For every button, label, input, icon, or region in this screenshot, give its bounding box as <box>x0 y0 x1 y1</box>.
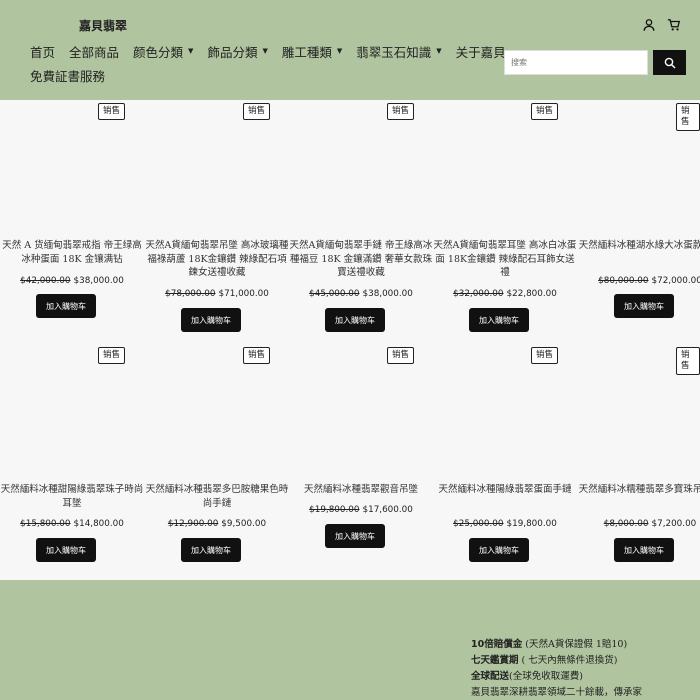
original-price: $32,000.00 <box>453 289 504 299</box>
sale-price: $14,800.00 <box>73 519 124 529</box>
product-title[interactable]: 天然緬料冰種湖水綠大冰蛋款吊墜 <box>578 239 700 253</box>
footer-line-shipping: 全球配送(全球免收取運費) <box>471 671 583 682</box>
add-to-cart-button[interactable]: 加入購物车 <box>614 294 674 318</box>
sale-badge: 销售 <box>243 103 271 120</box>
original-price: $8,000.00 <box>603 519 649 529</box>
add-to-cart-button[interactable]: 加入購物车 <box>469 308 529 332</box>
user-icon[interactable] <box>642 17 658 33</box>
caret-down-icon: ▼ <box>336 47 343 55</box>
product-title[interactable]: 天然 A 货缅甸翡翠戒指 帝王绿高冰种蛋面 18K 金镶满钻 <box>0 239 144 266</box>
product-title[interactable]: 天然緬料冰糯種翡翠多寶珠吊項鏈 <box>578 483 700 497</box>
original-price: $78,000.00 <box>165 289 216 299</box>
original-price: $25,000.00 <box>453 519 504 529</box>
add-to-cart-button[interactable]: 加入購物车 <box>36 294 96 318</box>
product-title[interactable]: 天然緬料冰種陽綠翡翠蛋面手鏈 <box>433 483 577 497</box>
product-card[interactable]: 销售 天然緬料冰種翡翠多巴胺糖果色時尚手鏈 $12,900.00 $9,500.0… <box>145 344 289 580</box>
add-to-cart-button[interactable]: 加入購物车 <box>325 524 385 548</box>
cart-icon[interactable] <box>667 17 683 33</box>
add-to-cart-button[interactable]: 加入購物车 <box>181 538 241 562</box>
product-card[interactable]: 销售 天然緬料冰種翡翠觀音吊墜 $19,800.00 $17,600.00 加入購… <box>289 344 433 580</box>
sale-price: $7,200.00 <box>651 519 697 529</box>
original-price: $42,000.00 <box>20 276 71 286</box>
product-price: $8,000.00 $7,200.00 <box>578 519 700 529</box>
sale-badge: 销售 <box>531 347 559 364</box>
product-price: $80,000.00 $72,000.00 <box>578 276 700 286</box>
product-card[interactable]: 销售 天然A貨緬甸翡翠吊墜 高冰玻璃種福祿葫蘆 18K金鑲鑽 辣綠配石項鍊女送禮… <box>145 100 289 340</box>
nav-item-carving[interactable]: 雕工種類 ▼ <box>282 42 342 61</box>
nav-item-about[interactable]: 关于嘉貝 <box>456 42 506 61</box>
original-price: $80,000.00 <box>598 276 649 286</box>
product-grid: 销售 天然 A 货缅甸翡翠戒指 帝王绿高冰种蛋面 18K 金镶满钻 $42,00… <box>0 100 700 580</box>
product-card[interactable]: 销售 天然緬料冰種陽綠翡翠蛋面手鏈 $25,000.00 $19,800.00 加… <box>433 344 577 580</box>
add-to-cart-button[interactable]: 加入購物车 <box>181 308 241 332</box>
footer-guarantees: 10倍賠償金 (天然A貨保證假 1賠10) 七天鑑賞期 ( 七天內無條件退換货)… <box>471 637 700 700</box>
add-to-cart-button[interactable]: 加入購物车 <box>614 538 674 562</box>
sale-badge: 销售 <box>387 347 415 364</box>
footer-line-about: 嘉貝翡翠深耕翡翠領域二十餘載，傳承家 <box>471 687 643 698</box>
product-card[interactable]: 销售 天然緬料冰糯種翡翠多寶珠吊項鏈 $8,000.00$7,200.00 加入… <box>578 344 700 580</box>
search-button[interactable] <box>653 50 686 75</box>
original-price: $12,900.00 <box>167 519 219 529</box>
nav-item-home[interactable]: 首页 <box>30 42 55 61</box>
sale-badge: 销售 <box>676 103 700 131</box>
product-title[interactable]: 天然A貨緬甸翡翠吊墜 高冰玻璃種福祿葫蘆 18K金鑲鑽 辣綠配石項鍊女送禮收藏 <box>145 239 289 280</box>
sale-price: $17,600.00 <box>362 505 413 515</box>
sale-badge: 销售 <box>98 347 126 364</box>
brand-logo[interactable]: 嘉貝翡翠 <box>79 17 127 34</box>
caret-down-icon: ▼ <box>436 47 442 55</box>
nav-item-certificate[interactable]: 免費証書服務 <box>30 66 105 85</box>
sale-price: $72,000.00 <box>651 276 700 286</box>
sale-badge: 销售 <box>98 103 126 120</box>
site-header: 嘉貝翡翠 首页 全部商品 颜色分類 ▼ 飾品分類 ▼ 雕工種類 ▼ 翡翠玉石知識 ▼ 关… <box>0 0 700 100</box>
product-title[interactable]: 天然緬料冰種翡翠觀音吊墜 <box>289 483 433 497</box>
product-card[interactable]: 销售 天然緬料冰種甜陽綠翡翠珠子時尚耳墜 $15,800.00 $14,800.0… <box>0 344 144 580</box>
footer-line-return-period: 七天鑑賞期 ( 七天內無條件退換货) <box>471 655 618 666</box>
original-price: $15,800.00 <box>20 519 71 529</box>
product-card[interactable]: 销售 天然 A 货缅甸翡翠戒指 帝王绿高冰种蛋面 18K 金镶满钻 $42,00… <box>0 100 144 340</box>
search-icon <box>664 57 675 68</box>
nav-item-jewelry[interactable]: 飾品分類 ▼ <box>207 42 267 61</box>
product-price: $78,000.00 $71,000.00 <box>145 289 289 299</box>
sale-badge: 销售 <box>243 347 271 364</box>
sale-price: $71,000.00 <box>218 289 269 299</box>
product-title[interactable]: 天然A貨緬甸翡翠手鏈 帝王綠高冰種福豆 18K 金鑲滿鑽 奢華女款珠寶送禮收藏 <box>289 239 433 280</box>
nav-item-color[interactable]: 颜色分類 ▼ <box>133 42 193 61</box>
sale-badge: 销售 <box>676 347 700 375</box>
sale-price: $9,500.00 <box>221 519 267 529</box>
product-price: $12,900.00 $9,500.00 <box>145 519 289 529</box>
product-price: $19,800.00 $17,600.00 <box>289 505 433 515</box>
nav-item-all-products[interactable]: 全部商品 <box>69 42 119 61</box>
original-price: $19,800.00 <box>309 505 360 515</box>
search-input[interactable] <box>504 50 648 75</box>
add-to-cart-button[interactable]: 加入購物车 <box>469 538 529 562</box>
product-title[interactable]: 天然緬料冰種翡翠多巴胺糖果色時尚手鏈 <box>145 483 289 510</box>
product-card[interactable]: 销售 天然A貨緬甸翡翠手鏈 帝王綠高冰種福豆 18K 金鑲滿鑽 奢華女款珠寶送禮… <box>289 100 433 340</box>
product-title[interactable]: 天然緬料冰種甜陽綠翡翠珠子時尚耳墜 <box>0 483 144 510</box>
main-nav: 首页 全部商品 颜色分類 ▼ 飾品分類 ▼ 雕工種類 ▼ 翡翠玉石知識 ▼ 关于嘉貝 免… <box>30 40 506 86</box>
product-title[interactable]: 天然A貨緬甸翡翠耳墜 高冰白冰蛋面 18K金鑲鑽 辣綠配石耳飾女送禮 <box>433 239 577 280</box>
nav-item-knowledge[interactable]: 翡翠玉石知識 ▼ <box>356 42 441 61</box>
product-price: $25,000.00 $19,800.00 <box>433 519 577 529</box>
product-price: $45,000.00 $38,000.00 <box>289 289 433 299</box>
sale-price: $19,800.00 <box>506 519 557 529</box>
sale-badge: 销售 <box>531 103 559 120</box>
original-price: $45,000.00 <box>309 289 360 299</box>
add-to-cart-button[interactable]: 加入購物车 <box>36 538 96 562</box>
sale-price: $22,800.00 <box>506 289 557 299</box>
product-price: $15,800.00 $14,800.00 <box>0 519 144 529</box>
add-to-cart-button[interactable]: 加入購物车 <box>325 308 385 332</box>
product-price: $32,000.00 $22,800.00 <box>433 289 577 299</box>
sale-badge: 销售 <box>387 103 415 120</box>
caret-down-icon: ▼ <box>188 47 194 55</box>
product-card[interactable]: 销售 天然A貨緬甸翡翠耳墜 高冰白冰蛋面 18K金鑲鑽 辣綠配石耳飾女送禮 $3… <box>433 100 577 340</box>
footer-line-compensation: 10倍賠償金 (天然A貨保證假 1賠10) <box>471 639 628 650</box>
caret-down-icon: ▼ <box>262 47 268 55</box>
product-price: $42,000.00 $38,000.00 <box>0 276 144 286</box>
sale-price: $38,000.00 <box>73 276 124 286</box>
product-card[interactable]: 销售 天然緬料冰種湖水綠大冰蛋款吊墜 $80,000.00$72,000.00 … <box>578 100 700 340</box>
sale-price: $38,000.00 <box>362 289 413 299</box>
